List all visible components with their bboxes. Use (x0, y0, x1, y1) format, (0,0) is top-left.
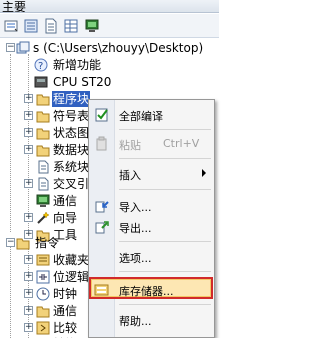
menu-item-export[interactable]: 导出... (91, 216, 212, 238)
folder-icon (36, 126, 50, 140)
menu-item-shortcut: Ctrl+V (163, 137, 200, 150)
tree-item-root[interactable]: − s (C:\Users\zhouyy\Desktop) (0, 40, 219, 56)
compile-check-icon (94, 107, 110, 123)
tree-item-add-function[interactable]: ? 新增功能 (0, 57, 219, 73)
menu-item-import[interactable]: 导入... (91, 195, 212, 217)
menu-item-label: 导入... (119, 201, 152, 214)
tree-item-label: 通信 (53, 304, 78, 318)
tree-item-cpu[interactable]: CPU ST20 (0, 74, 219, 90)
tree-item-label: 通信 (53, 194, 78, 208)
menu-item-insert[interactable]: 插入 (91, 163, 212, 185)
tree-item-label: 系统块 (53, 160, 90, 174)
menu-separator (119, 158, 211, 159)
document-icon[interactable] (43, 18, 59, 34)
document-icon (36, 177, 50, 191)
expand-icon[interactable]: + (24, 323, 33, 332)
menu-separator (119, 129, 211, 130)
tree-item-label: 向导 (53, 211, 78, 225)
tree-item-label: 符号表 (53, 109, 90, 123)
tree-item-label: 指令 (35, 236, 60, 250)
expand-icon[interactable]: + (24, 306, 33, 315)
menu-item-label: 全部编译 (119, 110, 163, 123)
menu-separator (119, 271, 211, 272)
folder-icon (16, 236, 30, 250)
collapse-icon[interactable]: − (6, 238, 15, 247)
expand-icon[interactable]: + (24, 213, 33, 222)
import-icon (94, 198, 110, 214)
menu-item-label: 库存储器... (119, 285, 174, 298)
tree-item-label: 数据块 (53, 143, 90, 157)
folder-icon (36, 92, 50, 106)
tree-item-label: 新增功能 (53, 58, 102, 72)
menu-item-options[interactable]: 选项... (91, 246, 212, 268)
collapse-icon[interactable]: − (6, 43, 15, 52)
wand-icon (36, 211, 50, 225)
export-icon (94, 219, 110, 235)
menu-item-label: 选项... (119, 252, 152, 265)
paste-icon (94, 136, 110, 152)
folder-icon (36, 109, 50, 123)
table-icon[interactable] (63, 18, 79, 34)
tree-item-label: 位逻辑 (53, 270, 90, 284)
monitor-icon[interactable] (84, 18, 100, 34)
document-icon (36, 160, 50, 174)
svg-text:?: ? (38, 61, 43, 72)
menu-item-paste[interactable]: 粘贴 Ctrl+V (91, 133, 212, 155)
menu-item-label: 导出... (119, 222, 152, 235)
menu-separator (119, 189, 211, 190)
expand-icon[interactable]: + (24, 272, 33, 281)
expand-icon[interactable]: + (24, 94, 33, 103)
menu-item-label: 帮助... (119, 315, 152, 328)
help-question-icon: ? (34, 58, 48, 72)
tree-item-label: CPU ST20 (53, 75, 112, 89)
tree-item-label: 时钟 (53, 287, 78, 301)
submenu-arrow-icon (202, 169, 206, 177)
expand-icon[interactable]: + (24, 289, 33, 298)
menu-separator (119, 241, 211, 242)
library-icon (94, 282, 110, 298)
menu-item-help[interactable]: 帮助... (91, 309, 212, 331)
expand-icon[interactable]: + (24, 111, 33, 120)
bit-logic-icon (36, 270, 50, 284)
menu-item-library-memory[interactable]: 库存储器... (89, 277, 213, 299)
panel-title: 主要 (2, 0, 27, 13)
menu-item-label: 粘贴 (119, 139, 141, 152)
folder-icon (36, 304, 50, 318)
folder-icon (36, 143, 50, 157)
clock-icon (36, 287, 50, 301)
tree-item-label: 程序块 (52, 91, 91, 107)
panel-header: 主要 (0, 0, 219, 13)
sort-icon[interactable] (3, 18, 19, 34)
cpu-icon (34, 75, 48, 89)
expand-icon[interactable]: + (24, 128, 33, 137)
tree-item-label: s (C:\Users\zhouyy\Desktop) (33, 41, 204, 55)
expand-icon[interactable]: + (24, 179, 33, 188)
menu-item-compile-all[interactable]: 全部编译 (91, 104, 212, 126)
expand-icon[interactable]: + (24, 145, 33, 154)
menu-separator (119, 304, 211, 305)
menu-item-label: 插入 (119, 169, 141, 182)
monitor-icon (36, 194, 50, 208)
tree-item-label: 比较 (53, 321, 78, 335)
tree-item-label: 收藏夹 (53, 253, 90, 267)
expand-icon[interactable]: + (24, 255, 33, 264)
context-menu: 全部编译 粘贴 Ctrl+V 插入 导入... 导出... 选项... 库存储器… (88, 99, 215, 338)
toolbar (0, 14, 219, 38)
project-icon (16, 41, 30, 55)
compare-icon (36, 321, 50, 335)
list-icon[interactable] (23, 18, 39, 34)
favorites-icon (36, 253, 50, 267)
